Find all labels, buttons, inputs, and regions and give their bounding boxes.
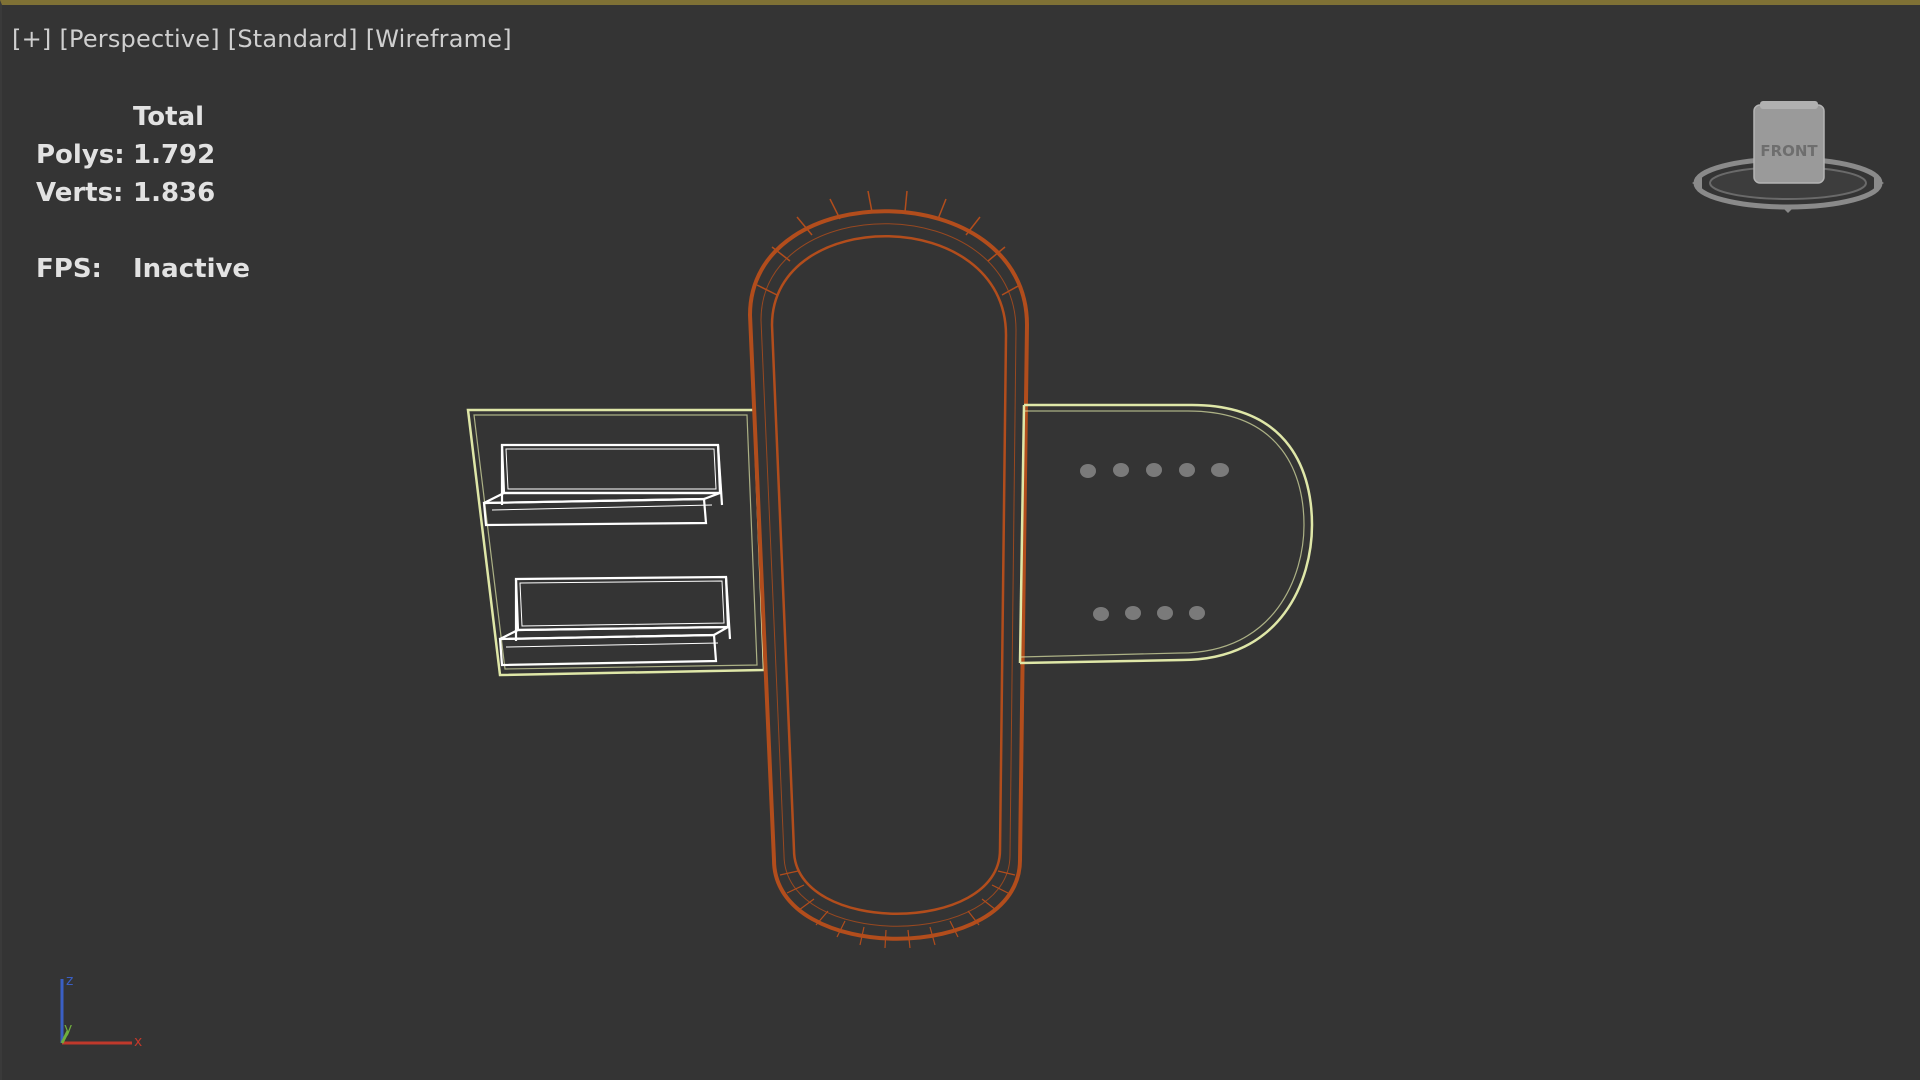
axis-tripod-icon: x z y <box>60 973 142 1050</box>
lower-box-wireframe[interactable] <box>498 575 732 667</box>
strap-loop-object[interactable] <box>747 190 1030 949</box>
right-tab-object[interactable] <box>1018 403 1314 665</box>
axis-y-label: y <box>64 1021 72 1037</box>
upper-box-wireframe[interactable] <box>482 443 724 527</box>
viewcube-navigator[interactable]: FRONT <box>1690 101 1886 221</box>
perspective-viewport[interactable]: [+] [Perspective] [Standard] [Wireframe]… <box>0 0 1920 1080</box>
left-tab-object[interactable] <box>466 408 766 677</box>
viewcube-front-label: FRONT <box>1760 142 1818 160</box>
buckle-holes <box>1080 463 1229 621</box>
wireframe-scene[interactable] <box>2 5 1920 1080</box>
axis-x-label: x <box>134 1034 142 1050</box>
axis-z-label: z <box>66 973 73 989</box>
